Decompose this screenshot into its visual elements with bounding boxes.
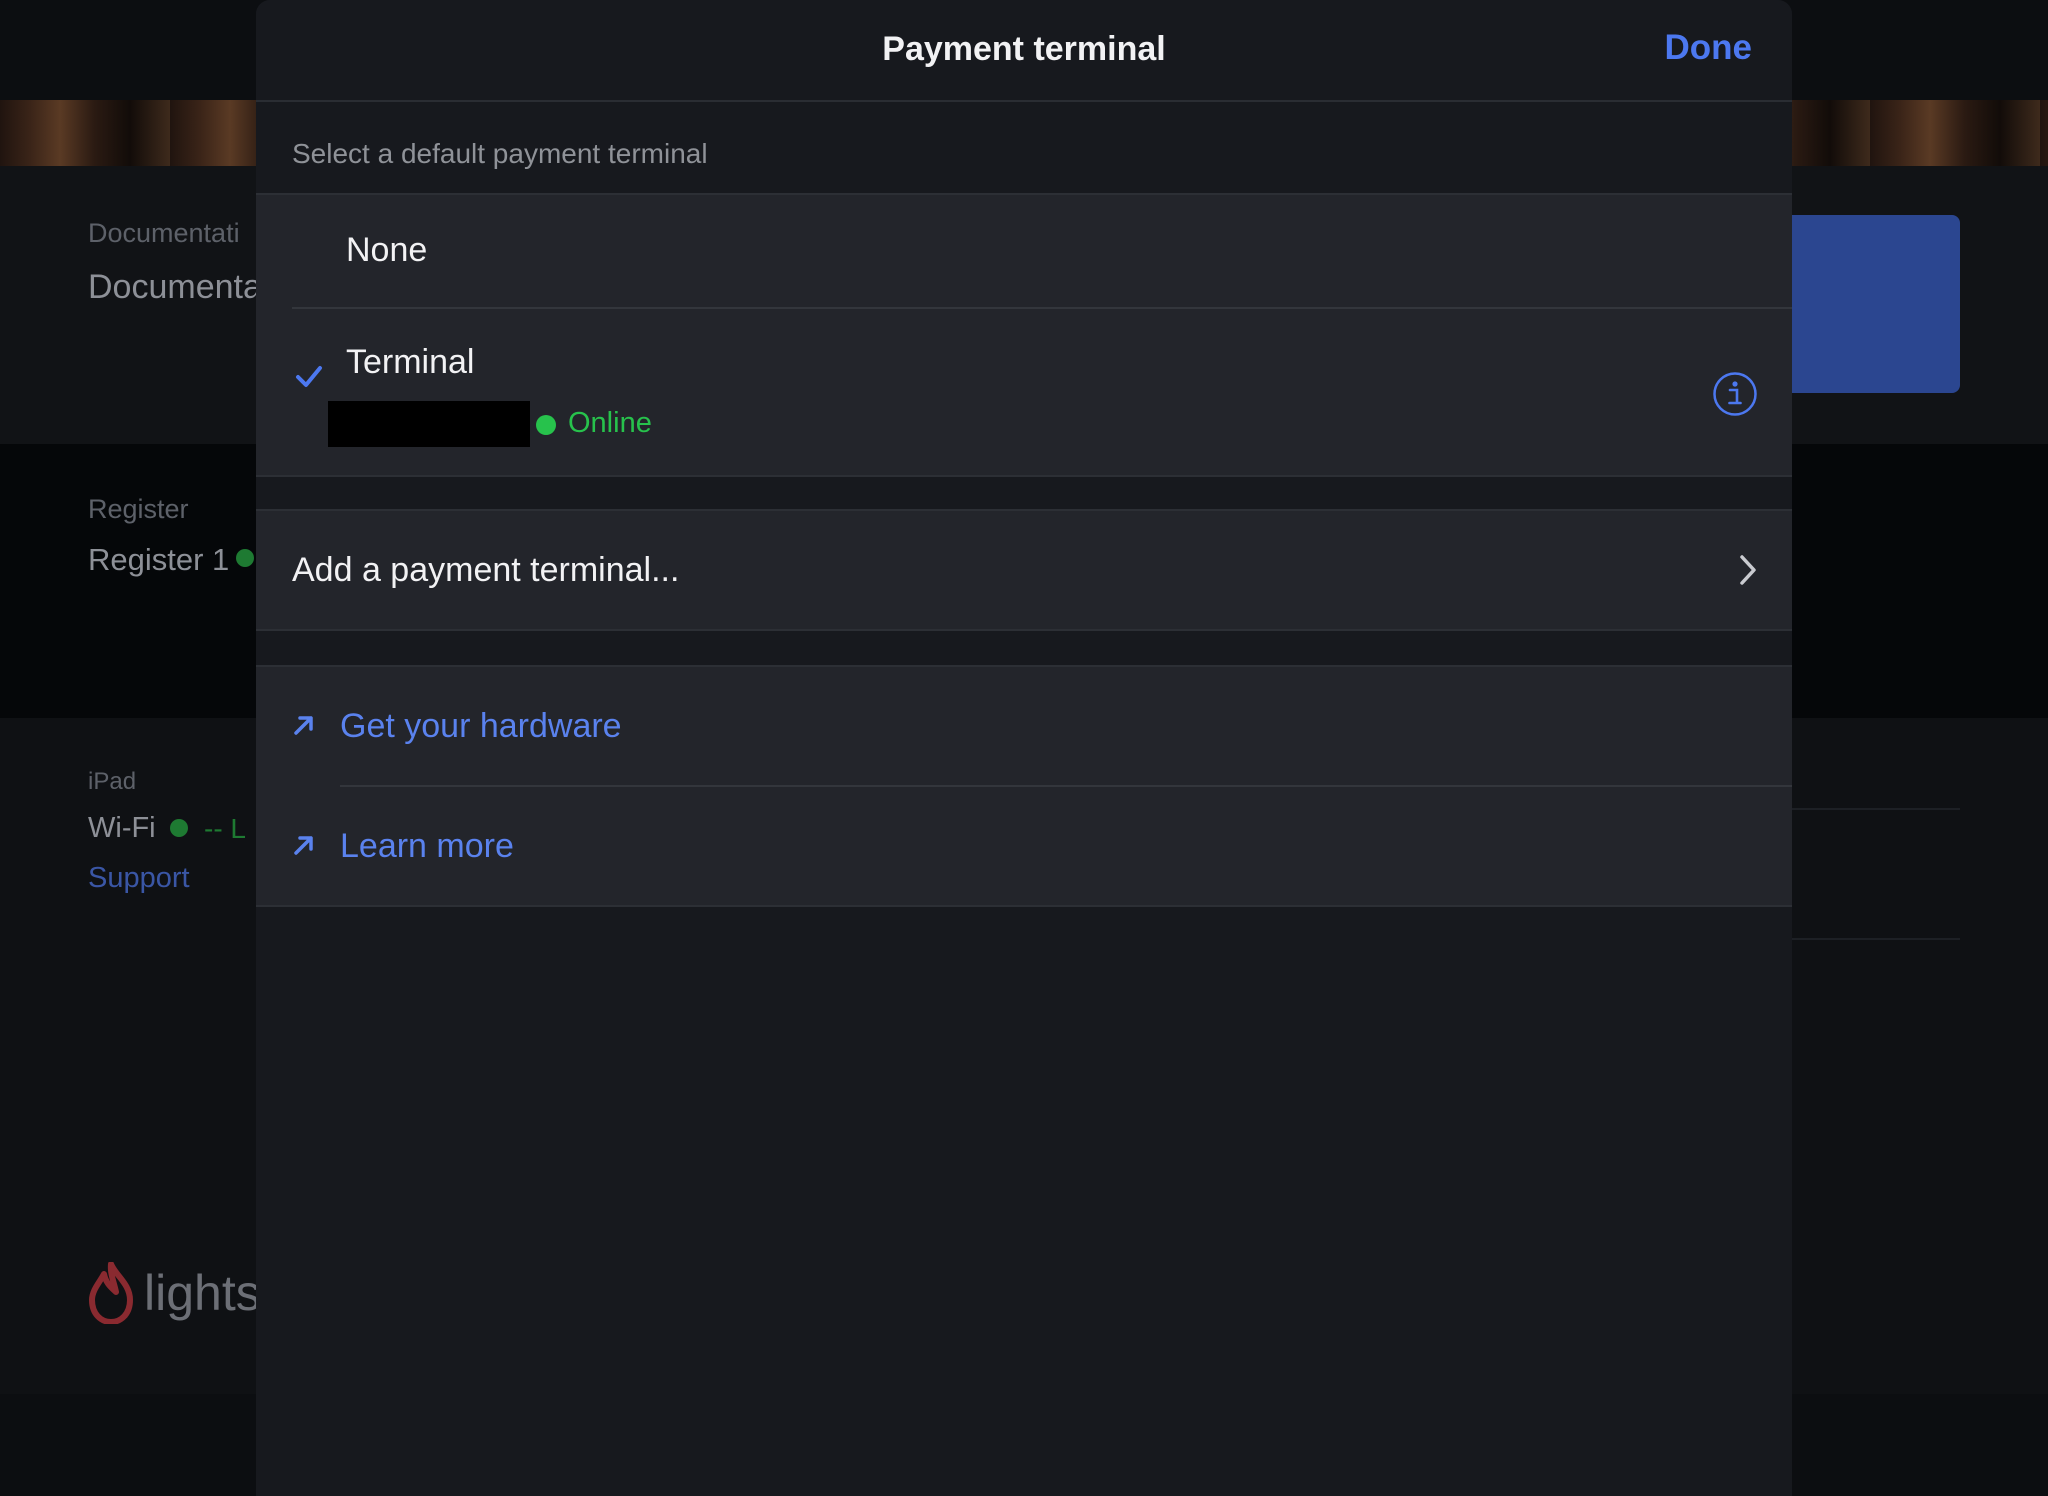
get-hardware-link-row[interactable]: Get your hardware (256, 667, 1792, 785)
redacted-terminal-id (328, 401, 530, 447)
add-terminal-group: Add a payment terminal... (256, 509, 1792, 631)
online-status-dot (536, 415, 556, 435)
add-terminal-row[interactable]: Add a payment terminal... (256, 511, 1792, 629)
sheet-header: Payment terminal Done (256, 0, 1792, 102)
terminal-status-text: Online (568, 407, 652, 439)
background-lightspeed-logo: lights (88, 1262, 261, 1324)
background-wifi-label: Wi-Fi (88, 812, 156, 844)
links-group: Get your hardware Learn more (256, 665, 1792, 907)
background-support-link: Support (88, 862, 190, 894)
background-action-button (1770, 215, 1960, 393)
background-wifi-status: -- L (204, 813, 246, 844)
learn-more-link-row[interactable]: Learn more (256, 787, 1792, 905)
info-icon[interactable] (1712, 371, 1758, 417)
option-terminal-row[interactable]: Terminal Online (256, 309, 1792, 475)
lightspeed-flame-icon (89, 1262, 133, 1324)
payment-terminal-sheet: Payment terminal Done Select a default p… (256, 0, 1792, 1496)
sheet-title: Payment terminal (882, 30, 1166, 68)
external-link-arrow-icon (294, 716, 313, 735)
background-wifi-status-dot (170, 819, 188, 837)
background-logo-text: lights (144, 1265, 261, 1321)
background-register-value: Register 1 (88, 542, 230, 577)
background-register-status-dot (236, 549, 254, 567)
learn-more-link[interactable]: Learn more (340, 827, 514, 866)
option-none-label: None (346, 231, 428, 269)
section-header: Select a default payment terminal (292, 138, 708, 169)
background-documentation-value: Documenta (88, 268, 262, 306)
add-terminal-label: Add a payment terminal... (292, 551, 680, 589)
chevron-right-icon (1740, 555, 1756, 585)
done-button[interactable]: Done (1665, 28, 1753, 68)
background-ipad-label: iPad (88, 768, 137, 795)
terminal-options-group: None Terminal Online (256, 193, 1792, 477)
background-separator (1792, 808, 1960, 810)
option-none-row[interactable]: None (256, 195, 1792, 307)
background-documentation-label: Documentati (88, 218, 240, 248)
background-register-label: Register (88, 494, 189, 524)
external-link-arrow-icon (294, 836, 313, 855)
option-terminal-label: Terminal (346, 343, 475, 381)
checkmark-icon (296, 366, 322, 387)
background-separator (1792, 938, 1960, 940)
get-hardware-link[interactable]: Get your hardware (340, 707, 622, 746)
